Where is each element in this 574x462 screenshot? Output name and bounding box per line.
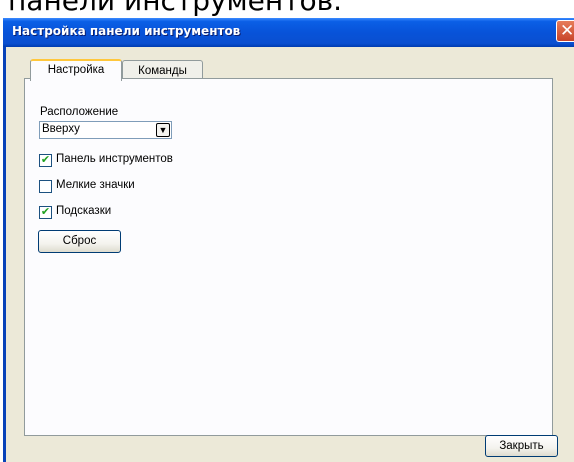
window-title: Настройка панели инструментов bbox=[12, 24, 241, 38]
close-window-button[interactable]: ✕ bbox=[556, 20, 574, 42]
background-document-text: панели инструментов. bbox=[8, 0, 343, 17]
close-button[interactable]: Закрыть bbox=[485, 435, 558, 457]
dropdown-arrow-icon[interactable]: ▼ bbox=[156, 123, 170, 137]
close-icon: ✕ bbox=[560, 21, 574, 41]
tab-settings[interactable]: Настройка bbox=[30, 59, 122, 81]
close-button-label: Закрыть bbox=[499, 440, 544, 452]
reset-button-label: Сброс bbox=[62, 235, 97, 247]
screen: панели инструментов. Настройка панели ин… bbox=[0, 0, 574, 462]
small-icons-checkbox-label[interactable]: Мелкие значки bbox=[56, 179, 135, 191]
location-label: Расположение bbox=[40, 106, 119, 118]
tab-commands-label: Команды bbox=[138, 65, 187, 77]
toolbar-checkbox[interactable]: ✔ bbox=[39, 154, 52, 167]
toolbar-settings-dialog: Настройка панели инструментов ✕ Настройк… bbox=[3, 18, 574, 462]
reset-button[interactable]: Сброс bbox=[38, 230, 121, 253]
location-select-value: Вверху bbox=[42, 123, 80, 135]
tab-settings-label: Настройка bbox=[47, 64, 105, 76]
toolbar-checkbox-label[interactable]: Панель инструментов bbox=[56, 153, 173, 165]
tooltips-checkbox[interactable]: ✔ bbox=[39, 206, 52, 219]
tooltips-checkbox-label[interactable]: Подсказки bbox=[56, 205, 111, 217]
small-icons-checkbox[interactable] bbox=[39, 180, 52, 193]
title-bar[interactable]: Настройка панели инструментов ✕ bbox=[3, 18, 574, 47]
location-select[interactable]: Вверху ▼ bbox=[39, 121, 172, 139]
